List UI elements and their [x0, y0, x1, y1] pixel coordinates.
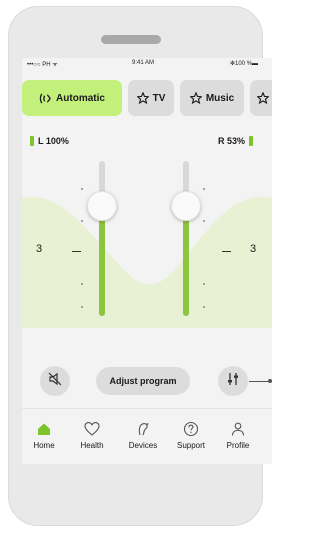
battery-level-icon [249, 136, 254, 146]
help-icon [183, 421, 199, 437]
equalizer-button[interactable] [218, 366, 248, 396]
battery-level-icon [30, 136, 34, 146]
tab-home[interactable]: Home [22, 421, 69, 450]
scale-dot [203, 188, 205, 190]
star-icon [189, 92, 202, 104]
star-icon [257, 92, 269, 104]
heart-icon [84, 421, 100, 437]
carrier-signal: •••○○ PH ᯤ [27, 62, 58, 68]
left-slider-handle[interactable] [87, 191, 117, 221]
program-label: TV [152, 92, 166, 104]
tab-profile[interactable]: Profile [213, 421, 263, 450]
callout-marker [268, 379, 272, 383]
scale-dot [203, 220, 205, 222]
right-battery-label: R 53% [218, 136, 246, 146]
tab-health[interactable]: Health [67, 421, 117, 450]
right-battery: R 53% [218, 136, 254, 146]
left-battery-label: L 100% [38, 136, 69, 146]
program-label: Music [205, 92, 235, 104]
program-selector: Automatic TV Music [22, 80, 272, 116]
status-bar: •••○○ PH ᯤ 9:41 AM ✻100 %▬ [22, 58, 272, 70]
mute-button[interactable] [40, 366, 70, 396]
program-label: Automatic [56, 92, 105, 104]
scale-dot [81, 188, 83, 190]
tab-label: Home [33, 441, 55, 450]
adjust-program-button[interactable]: Adjust program [96, 367, 190, 395]
speaker-mute-icon [48, 372, 62, 391]
automatic-program-icon [39, 92, 52, 105]
left-battery: L 100% [30, 136, 69, 146]
right-volume-tick [222, 251, 231, 252]
bottom-tab-bar: Home Health Devices Support Profile [22, 408, 272, 464]
scale-dot [81, 306, 83, 308]
adjust-program-label: Adjust program [109, 376, 177, 386]
equalizer-icon [226, 372, 240, 391]
status-battery: ✻100 %▬ [230, 61, 259, 67]
scale-dot [81, 283, 83, 285]
home-icon [36, 421, 52, 437]
phone-speaker [101, 35, 161, 44]
right-slider-handle[interactable] [171, 191, 201, 221]
program-music[interactable]: Music [180, 80, 244, 116]
tab-label: Devices [128, 441, 158, 450]
star-icon [136, 92, 149, 104]
left-volume-tick [72, 251, 81, 252]
scale-dot [203, 306, 205, 308]
status-time: 9:41 AM [132, 60, 155, 66]
program-automatic[interactable]: Automatic [22, 80, 122, 116]
left-volume-value: 3 [36, 243, 43, 255]
right-volume-value: 3 [250, 243, 257, 255]
app-screen: •••○○ PH ᯤ 9:41 AM ✻100 %▬ Automatic TV … [22, 58, 272, 464]
program-more[interactable] [250, 80, 272, 116]
program-tv[interactable]: TV [128, 80, 174, 116]
tab-devices[interactable]: Devices [118, 421, 168, 450]
profile-icon [230, 421, 246, 437]
tab-label: Support [176, 441, 206, 450]
sound-curve-background [22, 196, 272, 328]
tab-label: Profile [226, 441, 250, 450]
tab-support[interactable]: Support [166, 421, 216, 450]
scale-dot [81, 220, 83, 222]
scale-dot [203, 283, 205, 285]
tab-label: Health [80, 441, 104, 450]
hearing-aid-icon [135, 421, 151, 437]
